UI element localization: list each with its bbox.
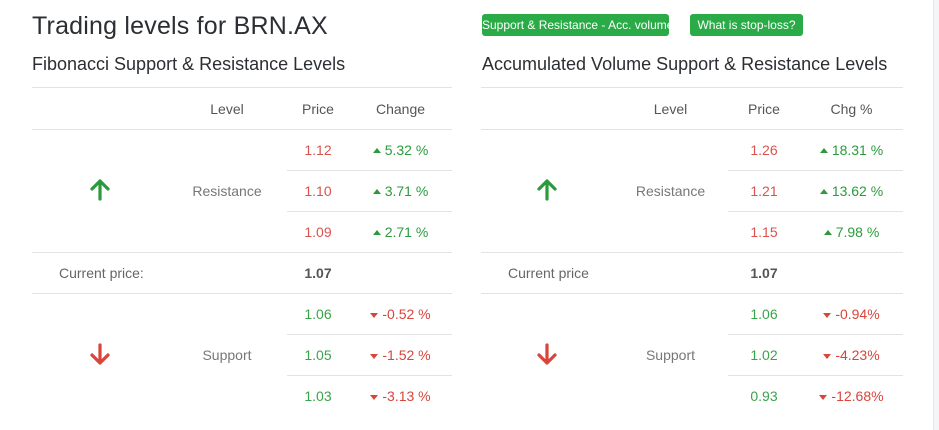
triangle-up-icon — [819, 189, 828, 194]
resistance-price: 1.10 — [287, 170, 349, 212]
resistance-arrow-cell — [32, 129, 167, 253]
resistance-change: 13.62 % — [800, 170, 903, 212]
table-header-row: Level Price Change — [32, 87, 452, 130]
triangle-down-icon — [823, 313, 832, 318]
current-price-label: Current price: — [32, 252, 287, 294]
column-header-change: Chg % — [800, 87, 903, 130]
triangle-up-icon — [372, 148, 381, 153]
triangle-up-icon — [823, 230, 832, 235]
resistance-change: 2.71 % — [349, 211, 452, 253]
support-arrow-cell — [32, 294, 167, 417]
table-header-row: Level Price Chg % — [481, 87, 903, 130]
arrow-down-icon — [537, 342, 557, 365]
current-price-value: 1.07 — [728, 252, 800, 294]
support-price: 1.02 — [728, 334, 800, 376]
current-price-row: Current price: 1.07 — [32, 252, 452, 294]
resistance-label: Resistance — [167, 129, 287, 253]
resistance-change: 3.71 % — [349, 170, 452, 212]
resistance-label: Resistance — [613, 129, 728, 253]
resistance-change: 7.98 % — [800, 211, 903, 253]
support-change: -0.52 % — [349, 293, 452, 335]
resistance-price: 1.09 — [287, 211, 349, 253]
resistance-price: 1.21 — [728, 170, 800, 212]
acc-volume-section-title: Accumulated Volume Support & Resistance … — [482, 54, 888, 74]
column-header-level: Level — [167, 87, 287, 130]
fibonacci-section-title: Fibonacci Support & Resistance Levels — [32, 54, 346, 74]
page-title: Trading levels for BRN.AX — [32, 12, 328, 40]
support-change: -1.52 % — [349, 334, 452, 376]
triangle-down-icon — [823, 354, 832, 359]
support-price: 1.05 — [287, 334, 349, 376]
triangle-up-icon — [819, 148, 828, 153]
support-row: Support 1.06 -0.52 % — [32, 293, 452, 365]
triangle-down-icon — [370, 354, 379, 359]
column-header-price: Price — [287, 87, 349, 130]
arrow-up-icon — [537, 178, 557, 201]
support-row: Support 1.06 -0.94% — [481, 293, 903, 365]
support-price: 0.93 — [750, 388, 778, 404]
support-change: -12.68% — [800, 376, 903, 417]
support-change: -4.23% — [800, 334, 903, 376]
resistance-change: 5.32 % — [349, 129, 452, 171]
column-header-change: Change — [349, 87, 452, 130]
triangle-down-icon — [819, 395, 828, 400]
support-change: -3.13 % — [349, 376, 452, 417]
resistance-arrow-cell — [481, 129, 613, 253]
column-header-arrow — [32, 87, 167, 130]
current-price-value: 1.07 — [287, 252, 349, 294]
triangle-down-icon — [370, 313, 379, 318]
resistance-row: Resistance 1.12 5.32 % — [32, 129, 452, 253]
support-price: 1.03 — [304, 388, 332, 404]
resistance-change: 18.31 % — [800, 129, 903, 171]
fibonacci-levels-table: Level Price Change Resistance 1.12 5.32 … — [32, 87, 452, 416]
triangle-up-icon — [372, 189, 381, 194]
support-arrow-cell — [481, 294, 613, 417]
current-price-row: Current price 1.07 — [481, 252, 903, 294]
resistance-price: 1.26 — [728, 129, 800, 171]
current-price-label: Current price — [481, 252, 728, 294]
resistance-row: Resistance 1.26 18.31 % — [481, 129, 903, 253]
support-change: -0.94% — [800, 293, 903, 335]
triangle-up-icon — [372, 230, 381, 235]
column-header-arrow — [481, 87, 613, 130]
support-label: Support — [645, 347, 696, 363]
arrow-up-icon — [89, 178, 110, 201]
support-price: 1.06 — [287, 293, 349, 335]
support-resistance-acc-volume-button[interactable]: Support & Resistance - Acc. volume — [482, 14, 673, 36]
acc-volume-levels-table: Level Price Chg % Resistance 1.26 18.31 … — [481, 87, 903, 416]
support-label: Support — [202, 347, 252, 363]
what-is-stop-loss-button[interactable]: What is stop-loss? — [690, 14, 803, 36]
column-header-price: Price — [728, 87, 800, 130]
support-price: 1.06 — [728, 293, 800, 335]
triangle-down-icon — [370, 395, 379, 400]
trading-levels-card: Trading levels for BRN.AX Support & Resi… — [0, 0, 934, 430]
resistance-price: 1.12 — [287, 129, 349, 171]
resistance-price: 1.15 — [728, 211, 800, 253]
arrow-down-icon — [89, 342, 110, 365]
column-header-level: Level — [613, 87, 728, 130]
